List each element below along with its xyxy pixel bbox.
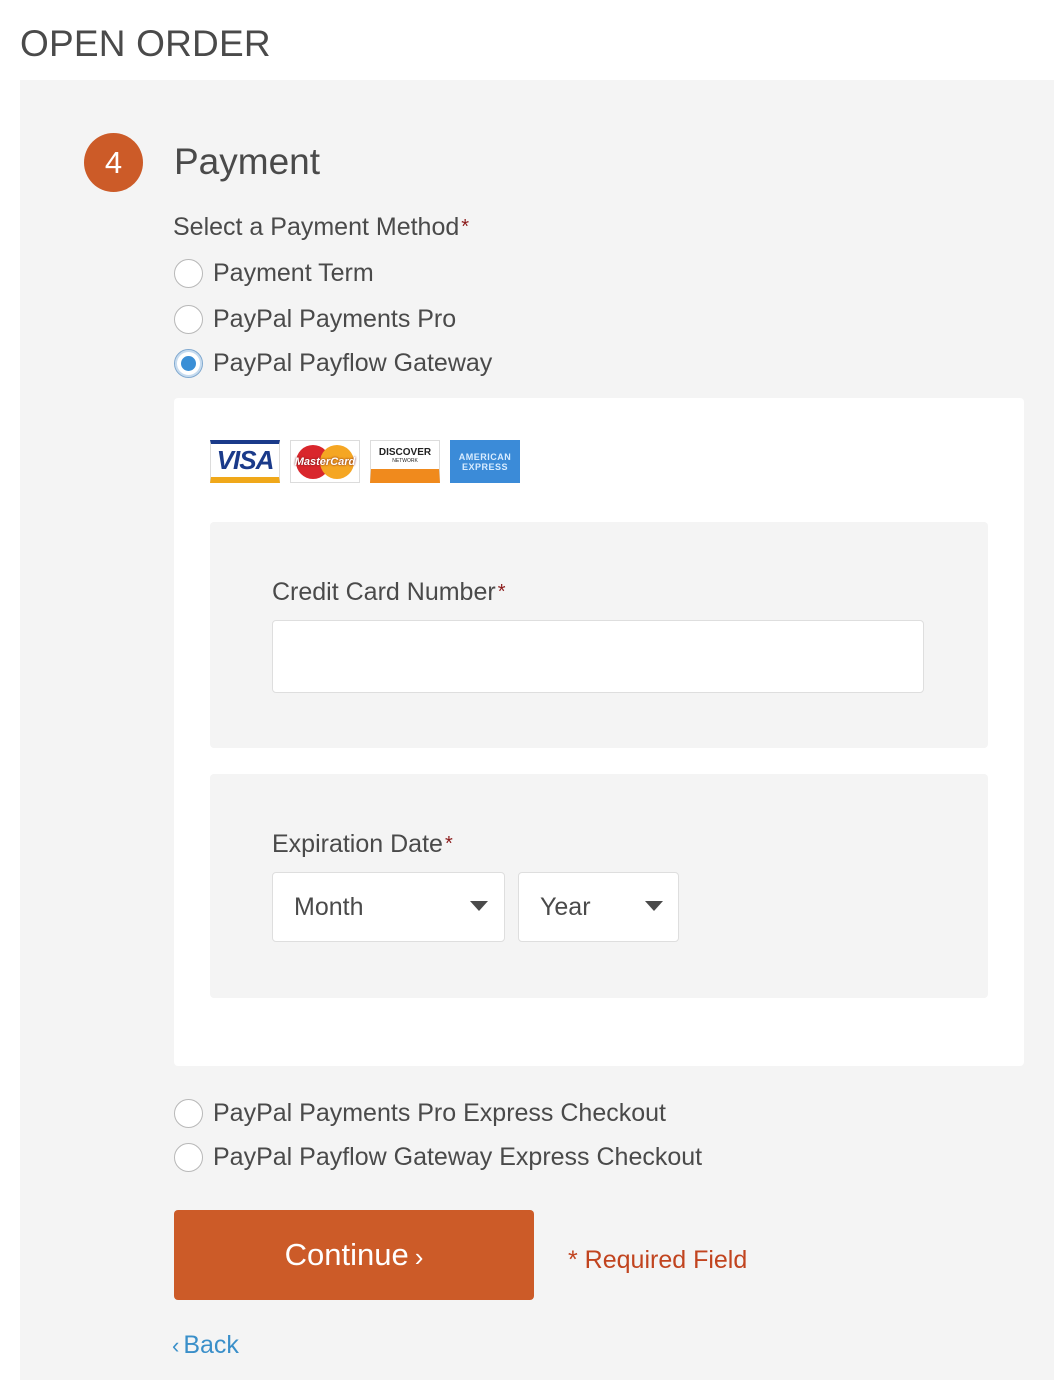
chevron-left-icon: ‹ bbox=[172, 1333, 180, 1358]
radio-label: Payment Term bbox=[213, 258, 374, 287]
radio-label: PayPal Payments Pro bbox=[213, 304, 457, 333]
discover-logo-text: DISCOVER bbox=[378, 446, 432, 458]
required-asterisk: * bbox=[461, 216, 470, 238]
radio-option-paypal-payflow-gateway-express[interactable]: PayPal Payflow Gateway Express Checkout bbox=[174, 1140, 702, 1174]
expiration-date-label: Expiration Date * bbox=[272, 828, 453, 860]
radio-label: PayPal Payments Pro Express Checkout bbox=[213, 1098, 666, 1127]
credit-card-number-input[interactable] bbox=[272, 620, 924, 693]
radio-button[interactable] bbox=[174, 258, 203, 288]
accepted-cards: VISA MasterCard DISCOVER NETWORK AMERICA… bbox=[210, 440, 520, 483]
page-title: OPEN ORDER bbox=[20, 23, 271, 64]
continue-button-label: Continue bbox=[284, 1237, 409, 1272]
radio-label: PayPal Payflow Gateway Express Checkout bbox=[213, 1142, 703, 1171]
amex-logo-text: AMERICAN EXPRESS bbox=[458, 451, 512, 472]
credit-card-number-label-text: Credit Card Number bbox=[272, 578, 496, 606]
expiration-date-group: Expiration Date * Month Year bbox=[210, 774, 988, 998]
radio-label: PayPal Payflow Gateway bbox=[213, 348, 493, 377]
visa-logo-icon: VISA bbox=[210, 440, 280, 483]
amex-logo-icon: AMERICAN EXPRESS bbox=[450, 440, 520, 483]
required-field-note: * Required Field bbox=[568, 1246, 748, 1274]
radio-option-paypal-payflow-gateway[interactable]: PayPal Payflow Gateway bbox=[174, 346, 492, 380]
back-link[interactable]: ‹ Back bbox=[172, 1329, 239, 1362]
credit-card-number-group: Credit Card Number * bbox=[210, 522, 988, 748]
radio-option-paypal-payments-pro[interactable]: PayPal Payments Pro bbox=[174, 302, 456, 336]
required-asterisk: * bbox=[497, 581, 506, 603]
required-asterisk: * bbox=[444, 833, 453, 855]
discover-logo-icon: DISCOVER NETWORK bbox=[370, 440, 440, 483]
radio-option-paypal-payments-pro-express[interactable]: PayPal Payments Pro Express Checkout bbox=[174, 1096, 666, 1130]
caret-down-icon bbox=[470, 901, 488, 911]
back-link-label: Back bbox=[183, 1331, 239, 1359]
radio-button[interactable] bbox=[174, 1098, 203, 1128]
mastercard-logo-text: MasterCard bbox=[294, 455, 356, 468]
expiration-date-label-text: Expiration Date bbox=[272, 830, 443, 858]
step-number-badge: 4 bbox=[84, 133, 143, 192]
chevron-right-icon: › bbox=[414, 1241, 424, 1272]
payment-method-label: Select a Payment Method * bbox=[173, 211, 469, 243]
expiration-year-select[interactable]: Year bbox=[518, 872, 679, 942]
radio-option-payment-term[interactable]: Payment Term bbox=[174, 256, 374, 290]
credit-card-number-label: Credit Card Number * bbox=[272, 576, 505, 608]
visa-logo-text: VISA bbox=[216, 445, 275, 475]
discover-logo-subtext: NETWORK bbox=[392, 457, 418, 464]
mastercard-logo-icon: MasterCard bbox=[290, 440, 360, 483]
radio-button-selected[interactable] bbox=[174, 348, 203, 378]
radio-button[interactable] bbox=[174, 1142, 203, 1172]
section-title: Payment bbox=[174, 141, 321, 182]
continue-button[interactable]: Continue › bbox=[174, 1210, 534, 1300]
credit-card-form: VISA MasterCard DISCOVER NETWORK AMERICA… bbox=[174, 398, 1024, 1066]
payment-method-label-text: Select a Payment Method bbox=[173, 213, 460, 241]
expiration-month-select[interactable]: Month bbox=[272, 872, 505, 942]
radio-button[interactable] bbox=[174, 304, 203, 334]
expiration-year-value: Year bbox=[540, 892, 591, 921]
expiration-month-value: Month bbox=[294, 892, 364, 921]
caret-down-icon bbox=[645, 901, 663, 911]
